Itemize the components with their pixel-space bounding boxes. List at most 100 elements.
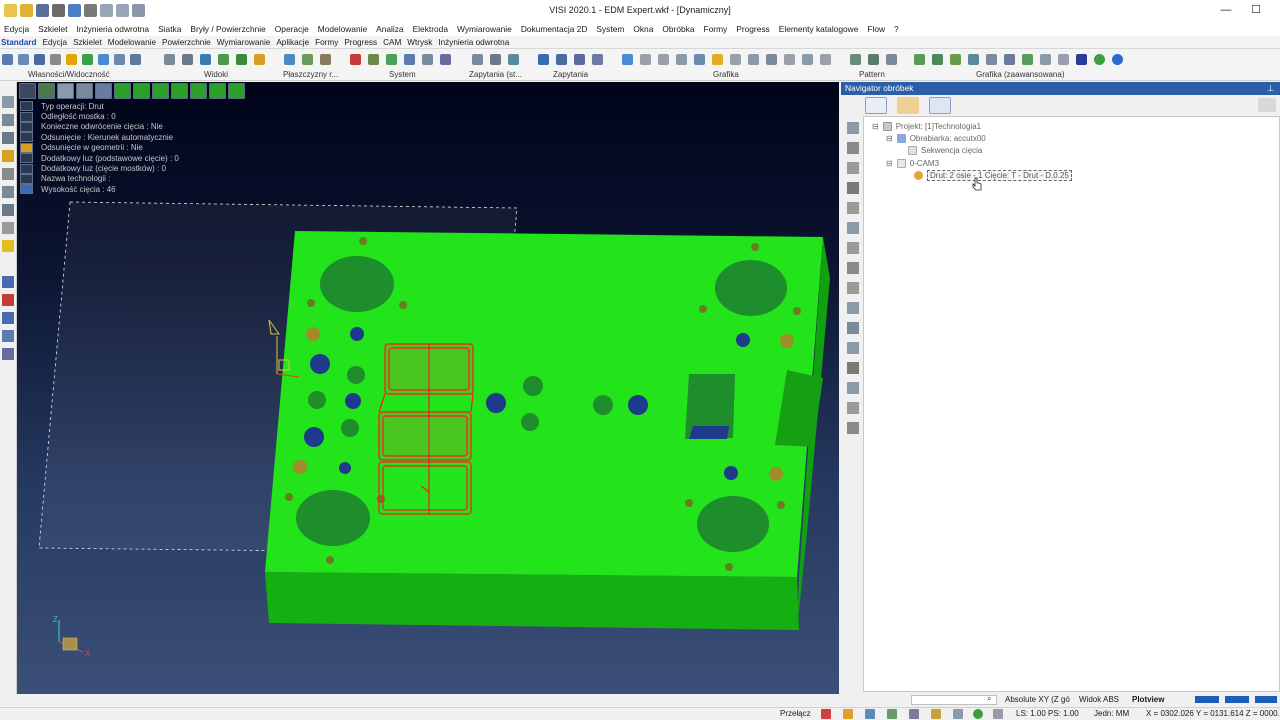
tool-line-icon[interactable] <box>2 96 14 108</box>
vp-cube-5-icon[interactable] <box>190 83 207 99</box>
tab-aplikacje[interactable]: Aplikacje <box>275 38 310 47</box>
nav-side-flask-icon[interactable] <box>847 302 859 314</box>
adv-graphics-6-icon[interactable] <box>1004 54 1015 65</box>
unblank-icon[interactable] <box>130 54 141 65</box>
adv-graphics-4-icon[interactable] <box>968 54 979 65</box>
visibility-icon[interactable] <box>18 54 29 65</box>
nav-side-gear4-icon[interactable] <box>847 242 859 254</box>
nav-side-doc-icon[interactable] <box>847 182 859 194</box>
tool-axis-y-icon[interactable] <box>2 294 14 306</box>
query-info-icon[interactable] <box>592 54 603 65</box>
pin-icon[interactable]: ⊥ <box>1267 82 1274 95</box>
view-pan-icon[interactable] <box>254 54 265 65</box>
nav-side-gear-icon[interactable] <box>847 142 859 154</box>
menu-item-bryly[interactable]: Bryły / Powierzchnie <box>190 24 265 34</box>
nav-undo-icon[interactable] <box>1258 98 1276 112</box>
graphics-2-icon[interactable] <box>658 54 669 65</box>
nav-side-transform-icon[interactable] <box>847 382 859 394</box>
nav-side-gear7-icon[interactable] <box>847 402 859 414</box>
pattern-1-icon[interactable] <box>850 54 861 65</box>
units-icon[interactable] <box>422 54 433 65</box>
vp-cube-2-icon[interactable] <box>133 83 150 99</box>
tool-point-icon[interactable] <box>2 132 14 144</box>
nav-side-trash-icon[interactable] <box>847 422 859 434</box>
nav-side-search-icon[interactable] <box>847 122 859 134</box>
menu-item-siatka[interactable]: Siatka <box>158 24 181 34</box>
menu-item-formy[interactable]: Formy <box>704 24 728 34</box>
grid-icon[interactable] <box>404 54 415 65</box>
vp-wire-icon[interactable] <box>57 83 74 99</box>
query-entity-icon[interactable] <box>574 54 585 65</box>
status-tool-5-icon[interactable] <box>909 709 919 719</box>
query-distance-icon[interactable] <box>490 54 501 65</box>
tool-axis-z-icon[interactable] <box>2 312 14 324</box>
vp-menu-icon[interactable] <box>19 83 36 99</box>
tool-offset-icon[interactable] <box>2 186 14 198</box>
tab-standard[interactable]: Standard <box>0 38 38 47</box>
menu-item-dokumentacja[interactable]: Dokumentacja 2D <box>521 24 588 34</box>
tab-progress[interactable]: Progress <box>343 38 378 47</box>
graphics-10-icon[interactable] <box>802 54 813 65</box>
minimize-button[interactable]: — <box>1209 0 1243 20</box>
lock-icon[interactable] <box>66 54 77 65</box>
nav-side-gear5-icon[interactable] <box>847 262 859 274</box>
status-tool-2-icon[interactable] <box>843 709 853 719</box>
graphics-3-icon[interactable] <box>676 54 687 65</box>
maximize-button[interactable]: ☐ <box>1239 0 1273 20</box>
settings-icon[interactable] <box>386 54 397 65</box>
expand-icon[interactable]: ⊟ <box>886 134 893 143</box>
graphics-11-icon[interactable] <box>820 54 831 65</box>
menu-item-system[interactable]: System <box>596 24 624 34</box>
nav-tab-project-icon[interactable] <box>865 97 887 114</box>
adv-graphics-12-icon[interactable] <box>1112 54 1123 65</box>
menu-item-elektroda[interactable]: Elektroda <box>413 24 448 34</box>
pattern-3-icon[interactable] <box>886 54 897 65</box>
adv-graphics-8-icon[interactable] <box>1040 54 1051 65</box>
adv-graphics-2-icon[interactable] <box>932 54 943 65</box>
tab-modelowanie[interactable]: Modelowanie <box>107 38 157 47</box>
vp-layers-icon[interactable] <box>38 83 55 99</box>
tree-item-cam[interactable]: ⊟ 0-CAM3 <box>886 158 939 169</box>
vp-cube-1-icon[interactable] <box>114 83 131 99</box>
nav-side-printer-icon[interactable] <box>847 362 859 374</box>
refresh-icon[interactable] <box>622 54 633 65</box>
vp-cube-3-icon[interactable] <box>152 83 169 99</box>
menu-item-edycja[interactable]: Edycja <box>4 24 29 34</box>
layers-icon[interactable] <box>2 54 13 65</box>
plane-set-icon[interactable] <box>302 54 313 65</box>
tab-edycja[interactable]: Edycja <box>42 38 69 47</box>
plane-icon[interactable] <box>284 54 295 65</box>
menu-item-elementy[interactable]: Elementy katalogowe <box>779 24 859 34</box>
view-top-icon[interactable] <box>182 54 193 65</box>
search-icon[interactable]: ⌕ <box>987 694 991 704</box>
vp-cube-4-icon[interactable] <box>171 83 188 99</box>
tree-item-wire-operation[interactable]: Drut: 2 osie - 1 Cięcie: T - Drut - D.0.… <box>914 170 1072 181</box>
tool-axis-xz-icon[interactable] <box>2 348 14 360</box>
menu-item-flow[interactable]: Flow <box>867 24 885 34</box>
query-angle-icon[interactable] <box>508 54 519 65</box>
tool-lock-icon[interactable] <box>2 150 14 162</box>
plane-rel-icon[interactable] <box>320 54 331 65</box>
vp-tool-icon[interactable] <box>76 83 93 99</box>
plotview-button[interactable]: Plotview <box>1132 695 1164 704</box>
nav-side-gear6-icon[interactable] <box>847 282 859 294</box>
nav-tab-settings-icon[interactable] <box>897 97 919 114</box>
tab-powierzchnie[interactable]: Powierzchnie <box>161 38 212 47</box>
menu-item-szkielet[interactable]: Szkielet <box>38 24 67 34</box>
view-rotate-icon[interactable] <box>236 54 247 65</box>
view-zoom-icon[interactable] <box>218 54 229 65</box>
tab-wymiarowanie[interactable]: Wymiarowanie <box>216 38 272 47</box>
show-icon[interactable] <box>98 54 109 65</box>
vp-cube-6-icon[interactable] <box>209 83 226 99</box>
view-mode-select[interactable]: Widok ABS <box>1079 695 1119 704</box>
nav-tab-tools-icon[interactable] <box>929 97 951 114</box>
query-point-icon[interactable] <box>472 54 483 65</box>
menu-item-progress[interactable]: Progress <box>736 24 770 34</box>
menu-item-obrobka[interactable]: Obróbka <box>662 24 694 34</box>
graphics-4-icon[interactable] <box>694 54 705 65</box>
hide-icon[interactable] <box>50 54 61 65</box>
tool-surface-icon[interactable] <box>2 222 14 234</box>
menu-item-okna[interactable]: Okna <box>633 24 653 34</box>
tab-szkielet[interactable]: Szkielet <box>72 38 103 47</box>
tool-axis-xy-icon[interactable] <box>2 330 14 342</box>
